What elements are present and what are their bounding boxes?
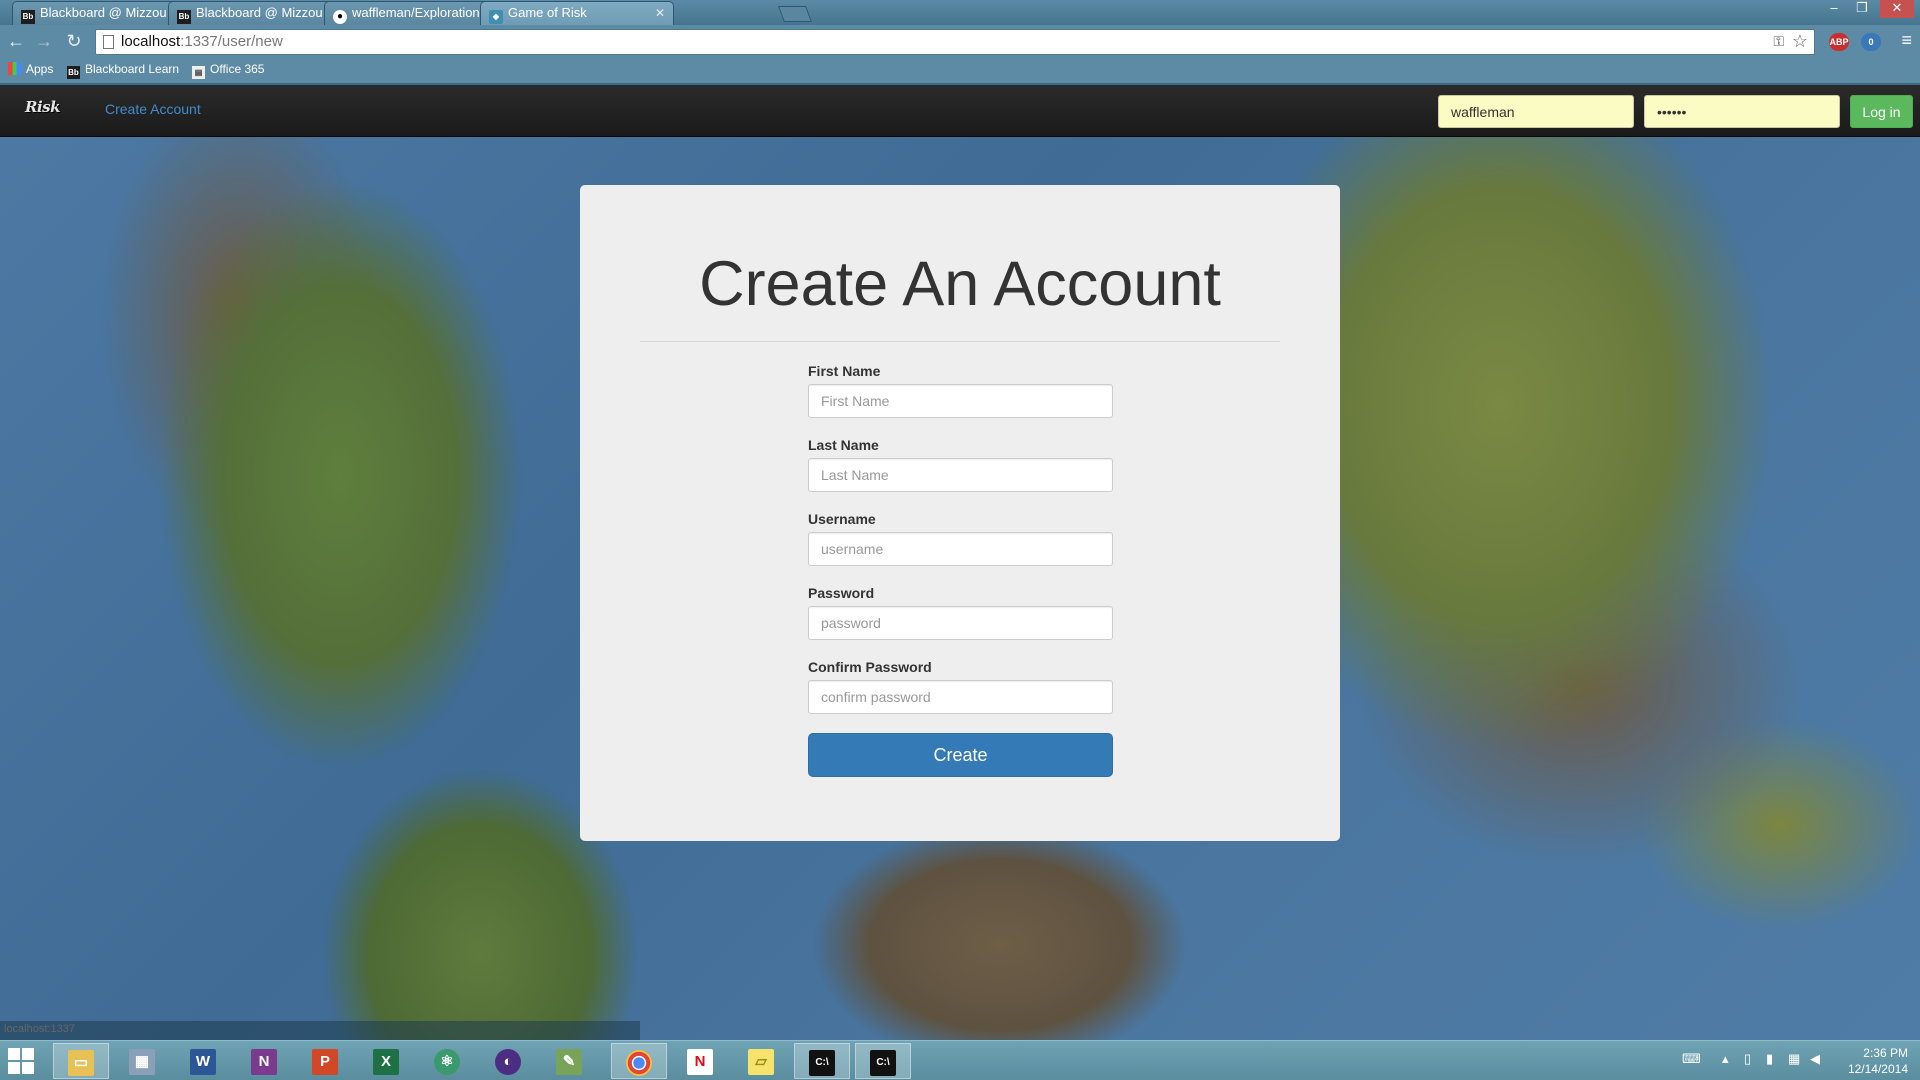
first-name-label: First Name <box>808 363 881 379</box>
eclipse-icon[interactable]: ◐ <box>480 1043 536 1079</box>
tab-label: Game of Risk <box>508 5 587 20</box>
page-viewport: Risk Create Account Log in Create An Acc… <box>0 85 1920 1040</box>
chrome-icon[interactable] <box>611 1043 667 1079</box>
restore-button[interactable]: ❐ <box>1850 0 1874 18</box>
close-window-button[interactable]: ✕ <box>1880 0 1914 18</box>
username-group: Username <box>808 511 1113 566</box>
bookmark-apps[interactable]: Apps <box>8 62 53 76</box>
keyboard-icon[interactable]: ⌨ <box>1682 1051 1701 1067</box>
bookmark-office-365[interactable]: ▤ Office 365 <box>192 62 264 79</box>
browser-toolbar: ← → ↻ localhost:1337/user/new ⚿ ☆ ABP 0 … <box>0 25 1920 84</box>
first-name-group: First Name <box>808 363 1113 418</box>
tab-label: Blackboard @ Mizzou <box>196 5 323 20</box>
first-name-input[interactable] <box>808 384 1113 418</box>
clock-date: 12/14/2014 <box>1847 1062 1908 1076</box>
last-name-label: Last Name <box>808 437 879 453</box>
onenote-icon[interactable]: N <box>236 1043 292 1079</box>
document-icon: ▤ <box>192 66 205 79</box>
adblock-icon[interactable]: ABP <box>1829 33 1849 51</box>
clock-time: 2:36 PM <box>1863 1046 1908 1060</box>
username-input[interactable] <box>808 532 1113 566</box>
status-bar-url: localhost:1337 <box>0 1021 640 1040</box>
word-icon[interactable]: W <box>175 1043 231 1079</box>
last-name-input[interactable] <box>808 458 1113 492</box>
windows-taskbar: ▭ ▦ W N P X ⚛ ◐ ✎ N ▱ C:\ C:\ ⌨ ▴ ▯ ▮ ▦ … <box>0 1040 1920 1080</box>
excel-icon[interactable]: X <box>358 1043 414 1079</box>
url-text[interactable]: localhost:1337/user/new <box>121 33 283 50</box>
netflix-icon[interactable]: N <box>672 1043 728 1079</box>
atom-icon[interactable]: ⚛ <box>419 1043 475 1079</box>
password-group: Password <box>808 585 1113 640</box>
sticky-notes-icon[interactable]: ▱ <box>733 1043 789 1079</box>
battery-icon[interactable]: ▮ <box>1766 1051 1773 1067</box>
site-navbar: Risk Create Account Log in <box>0 85 1920 137</box>
page-title: Create An Account <box>699 249 1221 319</box>
bookmark-blackboard-learn[interactable]: Bb Blackboard Learn <box>67 62 179 79</box>
minimize-button[interactable]: – <box>1822 0 1846 18</box>
reload-icon[interactable]: ↻ <box>62 29 86 53</box>
calculator-icon[interactable]: ▦ <box>114 1043 170 1079</box>
login-button[interactable]: Log in <box>1850 95 1913 128</box>
network-icon[interactable]: ▦ <box>1788 1051 1800 1067</box>
system-clock[interactable]: 2:36 PM 12/14/2014 <box>1848 1045 1908 1077</box>
last-name-group: Last Name <box>808 437 1113 492</box>
title-divider <box>640 341 1280 342</box>
create-account-link[interactable]: Create Account <box>105 101 201 117</box>
command-prompt-icon[interactable]: C:\ <box>855 1043 911 1079</box>
blackboard-icon: Bb <box>21 10 35 24</box>
tab-label: waffleman/Exploration-A <box>352 5 493 20</box>
create-account-card: Create An Account First Name Last Name U… <box>580 185 1340 841</box>
windows-start-icon[interactable] <box>8 1048 35 1075</box>
username-label: Username <box>808 511 876 527</box>
new-tab-button[interactable] <box>778 6 812 22</box>
blackboard-icon: Bb <box>67 66 80 79</box>
forward-arrow-icon[interactable]: → <box>32 29 56 53</box>
confirm-password-input[interactable] <box>808 680 1113 714</box>
confirm-password-group: Confirm Password <box>808 659 1113 714</box>
confirm-password-label: Confirm Password <box>808 659 932 675</box>
risk-logo[interactable]: Risk <box>25 98 61 116</box>
show-hidden-icons-icon[interactable]: ▴ <box>1722 1051 1729 1067</box>
blackboard-icon: Bb <box>177 10 191 24</box>
bookmark-star-icon[interactable]: ☆ <box>1792 31 1808 52</box>
usb-icon[interactable]: ▯ <box>1744 1051 1751 1067</box>
tab-label: Blackboard @ Mizzou <box>40 5 167 20</box>
page-icon <box>103 35 114 49</box>
volume-icon[interactable]: ◀ <box>1810 1051 1820 1067</box>
address-bar[interactable]: localhost:1337/user/new ⚿ ☆ <box>95 29 1815 55</box>
bookmarks-bar: Apps Bb Blackboard Learn ▤ Office 365 <box>0 59 1920 83</box>
tab-strip: Bb Blackboard @ Mizzou ✕ Bb Blackboard @ M… <box>0 0 1920 25</box>
password-input[interactable] <box>808 606 1113 640</box>
chrome-menu-icon[interactable]: ≡ <box>1901 30 1912 51</box>
login-username-input[interactable] <box>1438 95 1634 128</box>
powerpoint-icon[interactable]: P <box>297 1043 353 1079</box>
password-label: Password <box>808 585 875 601</box>
login-password-input[interactable] <box>1644 95 1840 128</box>
apps-grid-icon <box>8 62 21 75</box>
create-button[interactable]: Create <box>808 733 1113 777</box>
close-tab-icon[interactable]: ✕ <box>655 2 665 24</box>
file-explorer-icon[interactable]: ▭ <box>53 1043 109 1079</box>
risk-favicon-icon: ◆ <box>489 10 503 24</box>
back-arrow-icon[interactable]: ← <box>4 29 28 53</box>
saved-password-key-icon[interactable]: ⚿ <box>1773 33 1784 50</box>
extension-badge-icon[interactable]: 0 <box>1861 33 1881 51</box>
github-icon: ● <box>333 10 347 24</box>
tab-game-of-risk[interactable]: ◆ Game of Risk ✕ <box>480 1 674 25</box>
command-prompt-icon[interactable]: C:\ <box>794 1043 850 1079</box>
notepad-icon[interactable]: ✎ <box>541 1043 597 1079</box>
